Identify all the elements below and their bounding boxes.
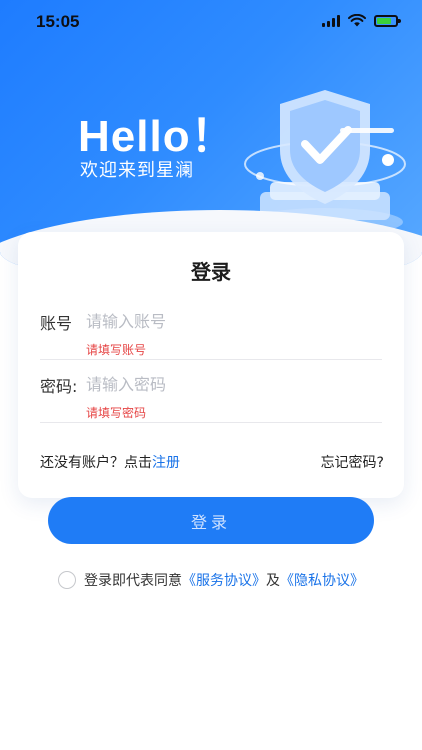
forgot-password-link[interactable]: 忘记密码? — [321, 452, 384, 472]
agreement-and: 及 — [266, 573, 280, 589]
account-label: 账号 — [40, 314, 73, 333]
login-button[interactable]: 登录 — [48, 497, 374, 544]
shield-illustration — [244, 90, 406, 236]
card-title: 登录 — [191, 260, 231, 284]
agreement-text: 登录即代表同意《服务协议》及《隐私协议》 — [84, 570, 364, 590]
account-input[interactable] — [86, 309, 382, 333]
welcome-text: 欢迎来到星澜 — [80, 160, 194, 181]
wifi-icon — [348, 14, 366, 27]
signal-icon — [322, 14, 340, 27]
password-input[interactable] — [86, 372, 382, 396]
agree-checkbox[interactable] — [58, 571, 76, 589]
account-error: 请填写账号 — [86, 343, 147, 357]
login-card: 登录 账号 请填写账号 密码: 请填写密码 还没有账户？点击注册 忘记密码? — [18, 232, 404, 498]
register-prompt-text: 还没有账户？点击 — [40, 455, 152, 471]
register-link[interactable]: 注册 — [152, 455, 180, 471]
password-label: 密码: — [40, 377, 78, 396]
password-divider — [40, 422, 382, 423]
hello-heading: Hello！ — [78, 112, 236, 161]
privacy-agreement-link[interactable]: 《隐私协议》 — [280, 573, 364, 589]
account-divider — [40, 359, 382, 360]
agreement-prefix: 登录即代表同意 — [84, 573, 182, 589]
agreement-row: 登录即代表同意《服务协议》及《隐私协议》 — [58, 570, 364, 590]
battery-icon — [374, 14, 401, 27]
status-bar: 15:05 — [0, 0, 422, 44]
register-prompt: 还没有账户？点击注册 — [40, 452, 180, 472]
service-agreement-link[interactable]: 《服务协议》 — [182, 573, 266, 589]
password-error: 请填写密码 — [86, 406, 147, 420]
status-time: 15:05 — [36, 12, 80, 31]
status-icons — [322, 14, 401, 27]
